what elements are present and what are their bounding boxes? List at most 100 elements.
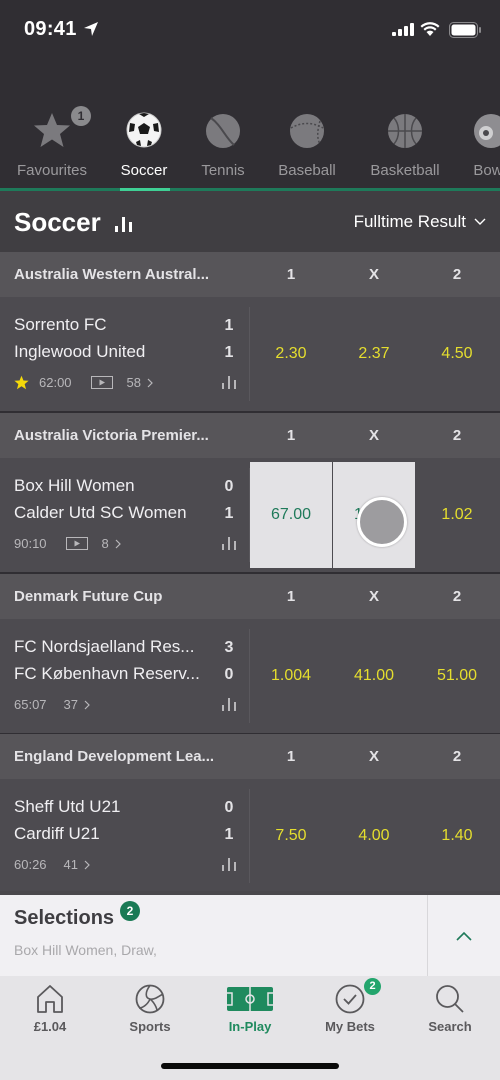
odds-button[interactable]: 41.00 bbox=[333, 623, 415, 729]
market-dropdown[interactable]: Fulltime Result bbox=[354, 212, 486, 232]
event-row[interactable]: Sheff Utd U21 Cardiff U21 0 1 60:26 41 7.… bbox=[0, 779, 500, 893]
soccer-ball-icon bbox=[126, 112, 162, 148]
odds-button[interactable]: 1.004 bbox=[250, 623, 332, 729]
odds-button[interactable]: 1.40 bbox=[416, 783, 498, 889]
home-score: 0 bbox=[224, 799, 234, 816]
odds-button[interactable]: 7.50 bbox=[250, 783, 332, 889]
column-header: 2 bbox=[452, 748, 462, 765]
sports-ball-icon bbox=[135, 984, 165, 1014]
column-header: 2 bbox=[452, 588, 462, 605]
selections-count-badge: 2 bbox=[120, 901, 140, 921]
column-header: 1 bbox=[286, 427, 296, 444]
away-score: 1 bbox=[224, 826, 234, 843]
odds-button[interactable]: 4.00 bbox=[333, 783, 415, 889]
column-header: 2 bbox=[452, 266, 462, 283]
home-team: Sorrento FC bbox=[14, 315, 107, 334]
away-team: Cardiff U21 bbox=[14, 824, 100, 843]
match-stats-icon[interactable] bbox=[221, 856, 237, 872]
chevron-up-icon bbox=[456, 931, 472, 941]
expand-selections-button[interactable] bbox=[428, 895, 500, 976]
chevron-right-icon bbox=[84, 860, 90, 869]
favourites-badge: 1 bbox=[71, 106, 91, 126]
battery-icon bbox=[449, 22, 481, 38]
nav-label-in-play: In-Play bbox=[228, 1019, 272, 1034]
event-meta: 62:00 58 bbox=[14, 375, 154, 390]
home-indicator bbox=[161, 1063, 339, 1069]
competition-header[interactable]: Australia Western Austral... 1 X 2 bbox=[0, 252, 500, 297]
odds-button[interactable]: 51.00 bbox=[416, 623, 498, 729]
chevron-right-icon bbox=[84, 700, 90, 709]
wifi-icon bbox=[420, 22, 440, 36]
competition-header[interactable]: Australia Victoria Premier... 1 X 2 bbox=[0, 413, 500, 458]
column-header: X bbox=[368, 588, 379, 605]
event-meta: 90:10 8 bbox=[14, 536, 122, 551]
column-header: X bbox=[368, 266, 379, 283]
competition-header[interactable]: Denmark Future Cup 1 X 2 bbox=[0, 574, 500, 619]
tennis-ball-icon bbox=[206, 114, 240, 148]
match-stats-icon[interactable] bbox=[221, 535, 237, 551]
match-clock: 90:10 bbox=[14, 536, 47, 551]
match-clock: 65:07 bbox=[14, 697, 47, 712]
odds-button[interactable]: 2.30 bbox=[250, 301, 332, 407]
nav-sports[interactable]: Sports bbox=[100, 976, 200, 1046]
baseball-icon bbox=[290, 114, 324, 148]
competition-name: England Development Lea... bbox=[14, 748, 215, 765]
home-team: Sheff Utd U21 bbox=[14, 797, 121, 816]
live-stream-icon[interactable] bbox=[90, 376, 113, 389]
tab-label-baseball: Baseball bbox=[278, 162, 336, 179]
column-header: 1 bbox=[286, 266, 296, 283]
away-score: 1 bbox=[224, 505, 234, 522]
match-clock: 62:00 bbox=[39, 375, 72, 390]
odds-button[interactable]: 67.00 bbox=[250, 462, 332, 568]
my-bets-badge: 2 bbox=[364, 978, 381, 995]
column-header: X bbox=[368, 427, 379, 444]
chevron-right-icon bbox=[147, 378, 153, 387]
event-meta: 60:26 41 bbox=[14, 857, 91, 872]
odds-button[interactable]: 4.50 bbox=[416, 301, 498, 407]
tab-label-soccer: Soccer bbox=[120, 162, 168, 179]
competition-name: Denmark Future Cup bbox=[14, 588, 163, 605]
match-stats-icon[interactable] bbox=[221, 374, 237, 390]
home-icon bbox=[37, 985, 63, 1013]
nav-search[interactable]: Search bbox=[400, 976, 500, 1046]
nav-label-sports: Sports bbox=[129, 1019, 171, 1034]
tab-label-basketball: Basketball bbox=[370, 162, 440, 179]
market-dropdown-label: Fulltime Result bbox=[353, 212, 466, 231]
event-row[interactable]: FC Nordsjaelland Res... FC København Res… bbox=[0, 619, 500, 733]
touch-indicator bbox=[357, 497, 407, 547]
competition-header[interactable]: England Development Lea... 1 X 2 bbox=[0, 734, 500, 779]
match-stats-icon[interactable] bbox=[221, 696, 237, 712]
event-row[interactable]: Box Hill Women Calder Utd SC Women 0 1 9… bbox=[0, 458, 500, 572]
nav-balance[interactable]: £1.04 bbox=[0, 976, 100, 1046]
column-header: 1 bbox=[286, 588, 296, 605]
home-score: 3 bbox=[224, 639, 234, 656]
live-stream-icon[interactable] bbox=[65, 537, 88, 550]
away-score: 0 bbox=[224, 666, 234, 683]
markets-count[interactable]: 37 bbox=[64, 697, 78, 712]
away-team: Inglewood United bbox=[14, 342, 146, 361]
tab-label-bowls: Bow bbox=[473, 162, 500, 179]
away-score: 1 bbox=[224, 344, 234, 361]
event-meta: 65:07 37 bbox=[14, 697, 91, 712]
markets-count[interactable]: 8 bbox=[102, 536, 109, 551]
column-header: 2 bbox=[452, 427, 462, 444]
section-title: Soccer bbox=[14, 207, 101, 237]
markets-count[interactable]: 41 bbox=[64, 857, 78, 872]
event-row[interactable]: Sorrento FC Inglewood United 1 1 62:00 58… bbox=[0, 297, 500, 411]
nav-label-search: Search bbox=[428, 1019, 472, 1034]
column-header: 1 bbox=[286, 748, 296, 765]
odds-button[interactable]: 1.02 bbox=[416, 462, 498, 568]
nav-in-play[interactable]: In-Play bbox=[200, 976, 300, 1046]
check-circle-icon bbox=[335, 984, 365, 1014]
favourite-star-icon[interactable] bbox=[14, 375, 29, 390]
selections-drawer[interactable]: Selections 2 Box Hill Women, Draw, bbox=[0, 891, 500, 976]
basketball-icon bbox=[388, 114, 422, 148]
bowls-icon bbox=[474, 114, 500, 148]
selections-title: Selections bbox=[14, 907, 115, 929]
odds-button[interactable]: 2.37 bbox=[333, 301, 415, 407]
away-team: Calder Utd SC Women bbox=[14, 503, 187, 522]
markets-count[interactable]: 58 bbox=[127, 375, 141, 390]
stats-icon[interactable] bbox=[114, 214, 134, 234]
star-icon bbox=[34, 113, 70, 147]
nav-my-bets[interactable]: 2 My Bets bbox=[300, 976, 400, 1046]
